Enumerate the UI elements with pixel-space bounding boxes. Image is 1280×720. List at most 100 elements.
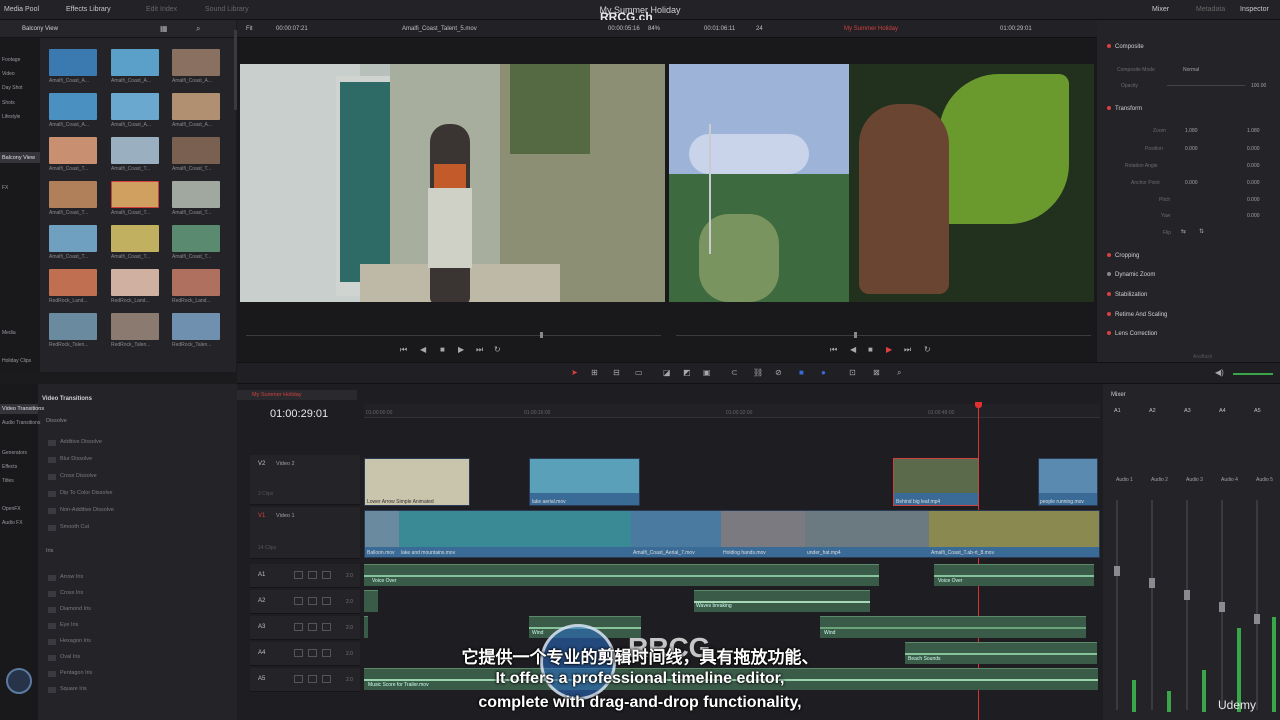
fit-dropdown[interactable]: Fit bbox=[246, 26, 253, 32]
skip-back-icon[interactable]: ⏮ bbox=[400, 345, 407, 355]
trim-tool-icon[interactable]: ⊞ bbox=[591, 368, 598, 377]
flip-horizontal-icon[interactable]: ⇆ bbox=[1181, 228, 1186, 235]
timeline-tab[interactable]: My Summer Holiday bbox=[252, 392, 302, 398]
anchor-y-value[interactable]: 0.000 bbox=[1247, 180, 1260, 186]
media-clip-thumbnail[interactable] bbox=[172, 181, 220, 208]
media-clip-thumbnail[interactable] bbox=[49, 225, 97, 252]
media-clip-thumbnail[interactable] bbox=[49, 181, 97, 208]
bin-item[interactable]: Holiday Clips bbox=[2, 358, 31, 364]
media-clip-thumbnail[interactable] bbox=[111, 137, 159, 164]
lock-button[interactable] bbox=[294, 571, 303, 579]
audio-clip[interactable] bbox=[364, 590, 378, 612]
transition-item[interactable]: Non-Additive Dissolve bbox=[60, 507, 114, 513]
audio-clip[interactable] bbox=[364, 564, 879, 586]
selection-tool-icon[interactable]: ➤ bbox=[571, 368, 578, 377]
mixer-fader-knob[interactable] bbox=[1149, 578, 1155, 588]
stabilization-section[interactable]: Stabilization bbox=[1107, 292, 1147, 298]
dynamic-zoom-section[interactable]: Dynamic Zoom bbox=[1107, 272, 1155, 278]
timeline-name[interactable]: My Summer Holiday bbox=[844, 26, 898, 32]
position-y-value[interactable]: 0.000 bbox=[1247, 146, 1260, 152]
tl-stop-icon[interactable]: ■ bbox=[868, 345, 873, 354]
edit-index-tab[interactable]: Edit Index bbox=[146, 6, 177, 13]
tl-skip-forward-icon[interactable]: ⏭ bbox=[904, 345, 911, 355]
track-name[interactable]: Video 1 bbox=[276, 513, 295, 519]
media-clip-thumbnail[interactable] bbox=[172, 93, 220, 120]
fx-category-audio-transitions[interactable]: Audio Transitions bbox=[2, 420, 40, 426]
effects-library-tab[interactable]: Effects Library bbox=[66, 6, 111, 13]
timeline-scrubber[interactable] bbox=[676, 335, 1091, 336]
media-clip-thumbnail[interactable] bbox=[111, 93, 159, 120]
bin-item[interactable]: Media bbox=[2, 330, 16, 336]
tl-play-icon[interactable]: ▶ bbox=[886, 345, 892, 354]
transform-section[interactable]: Transform bbox=[1107, 106, 1142, 112]
opacity-value[interactable]: 100.00 bbox=[1251, 83, 1266, 89]
source-viewer[interactable] bbox=[240, 64, 665, 302]
blade-tool-icon[interactable]: ▭ bbox=[635, 368, 643, 377]
fx-category-video-transitions[interactable]: Video Transitions bbox=[2, 406, 44, 412]
mixer-fader-knob[interactable] bbox=[1219, 602, 1225, 612]
media-clip-thumbnail[interactable] bbox=[172, 137, 220, 164]
bin-item-selected[interactable]: Balcony View bbox=[2, 155, 35, 161]
zoom-level[interactable]: 84% bbox=[648, 26, 660, 32]
pitch-value[interactable]: 0.000 bbox=[1247, 197, 1260, 203]
search-icon[interactable]: ⌕ bbox=[196, 24, 200, 34]
media-clip-thumbnail[interactable] bbox=[172, 269, 220, 296]
media-clip-thumbnail[interactable] bbox=[49, 93, 97, 120]
bin-item[interactable]: FX bbox=[2, 185, 8, 191]
audio-clip[interactable] bbox=[820, 616, 1086, 638]
transition-item[interactable]: Dip To Color Dissolve bbox=[60, 490, 112, 496]
transition-item[interactable]: Eye Iris bbox=[60, 622, 78, 628]
bin-item[interactable]: Day Shot bbox=[2, 85, 23, 91]
dynamic-trim-icon[interactable]: ⊟ bbox=[613, 368, 620, 377]
lock-button[interactable] bbox=[294, 623, 303, 631]
transition-item[interactable]: Additive Dissolve bbox=[60, 439, 102, 445]
skip-forward-icon[interactable]: ⏭ bbox=[476, 345, 483, 355]
linked-selection-icon[interactable]: ⛓ bbox=[753, 368, 763, 377]
mixer-fader-knob[interactable] bbox=[1254, 614, 1260, 624]
transition-item[interactable]: Smooth Cut bbox=[60, 524, 89, 530]
bin-item[interactable]: Shots bbox=[2, 100, 15, 106]
media-clip-thumbnail[interactable] bbox=[111, 313, 159, 340]
metadata-tab[interactable]: Metadata bbox=[1196, 6, 1225, 13]
retime-section[interactable]: Retime And Scaling bbox=[1107, 312, 1167, 318]
transition-item[interactable]: Arrow Iris bbox=[60, 574, 83, 580]
yaw-value[interactable]: 0.000 bbox=[1247, 213, 1260, 219]
position-lock-icon[interactable]: ⊘ bbox=[775, 368, 782, 377]
media-clip-thumbnail[interactable] bbox=[111, 181, 159, 208]
media-clip-thumbnail[interactable] bbox=[172, 49, 220, 76]
stop-icon[interactable]: ■ bbox=[440, 345, 445, 354]
volume-icon[interactable]: ◀) bbox=[1215, 368, 1224, 377]
bin-item[interactable]: Video bbox=[2, 71, 15, 77]
solo-button[interactable] bbox=[308, 571, 317, 579]
loop-icon[interactable]: ↻ bbox=[494, 345, 501, 354]
zoom-x-value[interactable]: 1.080 bbox=[1185, 128, 1198, 134]
transition-item[interactable]: Cross Dissolve bbox=[60, 473, 97, 479]
transition-item[interactable]: Blur Dissolve bbox=[60, 456, 92, 462]
media-pool-tab[interactable]: Media Pool bbox=[4, 6, 39, 13]
mute-button[interactable] bbox=[322, 623, 331, 631]
play-reverse-icon[interactable]: ◀ bbox=[420, 345, 426, 354]
fx-category-effects[interactable]: Effects bbox=[2, 464, 17, 470]
mute-button[interactable] bbox=[322, 597, 331, 605]
custom-zoom-icon[interactable]: ⌕ bbox=[897, 368, 901, 378]
media-clip-thumbnail[interactable] bbox=[111, 49, 159, 76]
transition-item[interactable]: Diamond Iris bbox=[60, 606, 91, 612]
replace-clip-icon[interactable]: ▣ bbox=[703, 368, 711, 377]
tl-skip-back-icon[interactable]: ⏮ bbox=[830, 345, 837, 355]
audio-clip[interactable] bbox=[364, 616, 368, 638]
grid-view-icon[interactable]: ▦ bbox=[160, 24, 168, 33]
lens-correction-section[interactable]: Lens Correction bbox=[1107, 331, 1157, 337]
bin-item[interactable]: Footage bbox=[2, 57, 20, 63]
media-clip-thumbnail[interactable] bbox=[111, 269, 159, 296]
fx-category-titles[interactable]: Titles bbox=[2, 478, 14, 484]
sound-library-tab[interactable]: Sound Library bbox=[205, 6, 249, 13]
overwrite-clip-icon[interactable]: ◩ bbox=[683, 368, 691, 377]
media-clip-thumbnail[interactable] bbox=[111, 225, 159, 252]
track-name[interactable]: Video 2 bbox=[276, 461, 295, 467]
mixer-fader-knob[interactable] bbox=[1114, 566, 1120, 576]
cropping-section[interactable]: Cropping bbox=[1107, 253, 1139, 259]
media-clip-thumbnail[interactable] bbox=[49, 313, 97, 340]
media-clip-thumbnail[interactable] bbox=[49, 269, 97, 296]
transition-item[interactable]: Cross Iris bbox=[60, 590, 83, 596]
play-icon[interactable]: ▶ bbox=[458, 345, 464, 354]
